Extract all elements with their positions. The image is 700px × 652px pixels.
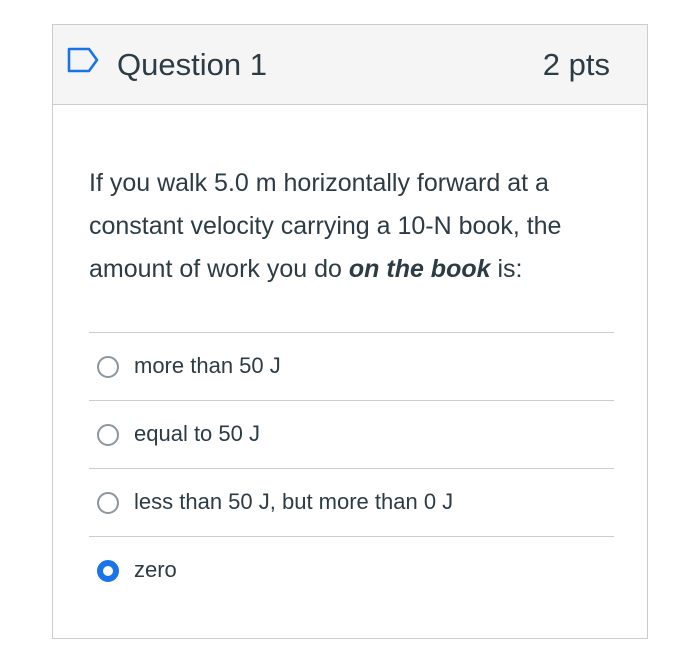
question-title: Question 1 [117, 47, 267, 82]
radio-button[interactable] [97, 492, 119, 514]
radio-button[interactable] [97, 424, 119, 446]
flag-outline-icon[interactable] [66, 45, 102, 75]
answer-option[interactable]: less than 50 J, but more than 0 J [89, 468, 614, 536]
answer-label: less than 50 J, but more than 0 J [134, 489, 454, 514]
question-card: Question 1 2 pts If you walk 5.0 m horiz… [52, 24, 648, 639]
question-text-end: is: [490, 255, 523, 283]
question-text: If you walk 5.0 m horizontally forward a… [89, 162, 624, 291]
answer-label: more than 50 J [134, 353, 281, 378]
answer-list: more than 50 J equal to 50 J less than 5… [89, 332, 614, 604]
question-text-emphasis: on the book [348, 255, 491, 283]
answer-label: zero [134, 557, 177, 582]
question-points: 2 pts [542, 47, 610, 82]
radio-button[interactable] [97, 356, 119, 378]
radio-button[interactable] [97, 560, 119, 582]
question-header: Question 1 2 pts [53, 25, 647, 105]
answer-option[interactable]: equal to 50 J [89, 400, 614, 468]
answer-option[interactable]: zero [89, 536, 614, 604]
answer-option[interactable]: more than 50 J [89, 332, 614, 400]
answer-label: equal to 50 J [134, 421, 260, 446]
